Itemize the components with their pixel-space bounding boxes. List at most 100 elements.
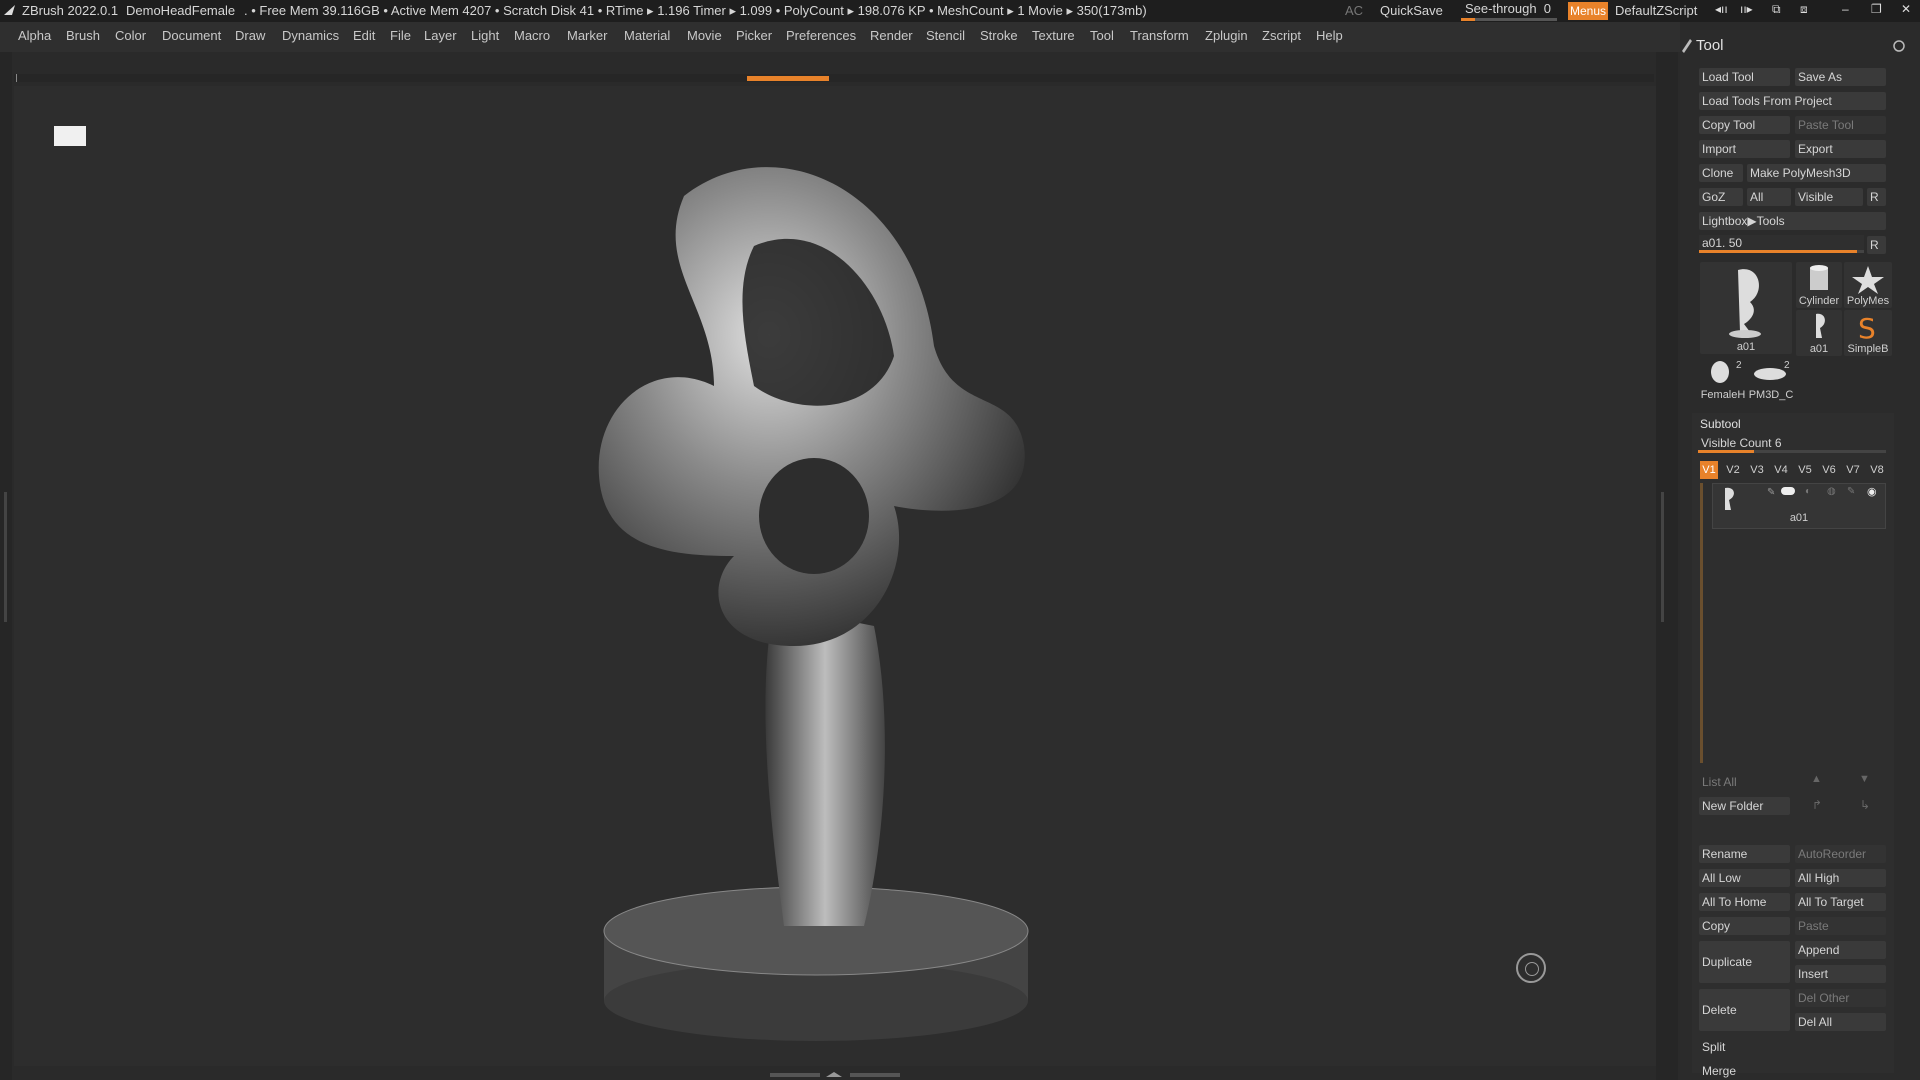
menu-color[interactable]: Color (115, 28, 146, 43)
all-to-home-button[interactable]: All To Home (1699, 893, 1790, 911)
insert-button[interactable]: Insert (1795, 965, 1886, 983)
goz-all-button[interactable]: All (1747, 188, 1791, 206)
subtool-toggle-icon[interactable] (1781, 487, 1795, 495)
visible-count-slider[interactable]: Visible Count 6 (1698, 435, 1886, 453)
menu-render[interactable]: Render (870, 28, 913, 43)
duplicate-button[interactable]: Duplicate (1699, 941, 1790, 983)
copy-subtool-button[interactable]: Copy (1699, 917, 1790, 935)
version-tab-v6[interactable]: V6 (1820, 461, 1838, 479)
layout-right-icon[interactable]: ıı▸ (1740, 2, 1753, 16)
quicksave-button[interactable]: QuickSave (1380, 3, 1443, 18)
tool-slider[interactable]: a01. 50 (1699, 235, 1864, 253)
subtool-polypaint-icon[interactable]: ◍ (1827, 486, 1836, 497)
del-all-button[interactable]: Del All (1795, 1013, 1886, 1031)
copy-tool-button[interactable]: Copy Tool (1699, 116, 1790, 134)
menu-edit[interactable]: Edit (353, 28, 375, 43)
folder-down-icon[interactable]: ↳ (1860, 798, 1870, 812)
menu-movie[interactable]: Movie (687, 28, 722, 43)
menus-button[interactable]: Menus (1568, 2, 1608, 20)
ac-toggle[interactable]: AC (1345, 3, 1363, 18)
timeline-strip[interactable] (14, 74, 1654, 82)
document-canvas[interactable] (14, 86, 1656, 1066)
version-tab-v7[interactable]: V7 (1844, 461, 1862, 479)
tool-slider-r-button[interactable]: R (1867, 236, 1886, 254)
load-tools-from-project-button[interactable]: Load Tools From Project (1699, 92, 1886, 110)
delete-button[interactable]: Delete (1699, 989, 1790, 1031)
menu-stroke[interactable]: Stroke (980, 28, 1018, 43)
export-button[interactable]: Export (1795, 140, 1886, 158)
version-tab-v3[interactable]: V3 (1748, 461, 1766, 479)
import-button[interactable]: Import (1699, 140, 1790, 158)
tool-thumb-a01-small[interactable]: a01 (1796, 310, 1842, 356)
menu-preferences[interactable]: Preferences (786, 28, 856, 43)
tool-thumb-polymesh[interactable]: PolyMes (1844, 262, 1892, 308)
tool-thumb-simplebrush[interactable]: S SimpleB (1844, 310, 1892, 356)
tool-thumb-cylinder[interactable]: Cylinder (1796, 262, 1842, 308)
all-high-button[interactable]: All High (1795, 869, 1886, 887)
close-icon[interactable]: ✕ (1901, 2, 1911, 16)
clone-button[interactable]: Clone (1699, 164, 1743, 182)
lightbox-tools-button[interactable]: Lightbox▶Tools (1699, 212, 1886, 230)
make-polymesh3d-button[interactable]: Make PolyMesh3D (1747, 164, 1886, 182)
list-all-button[interactable]: List All (1699, 773, 1790, 791)
append-button[interactable]: Append (1795, 941, 1886, 959)
version-tab-v8[interactable]: V8 (1868, 461, 1886, 479)
rename-button[interactable]: Rename (1699, 845, 1790, 863)
move-down-icon[interactable]: ▼ (1859, 773, 1870, 785)
subtool-list-scrollbar[interactable] (1700, 483, 1703, 763)
load-tool-button[interactable]: Load Tool (1699, 68, 1790, 86)
timeline-marker[interactable] (747, 76, 829, 81)
menu-texture[interactable]: Texture (1032, 28, 1075, 43)
menu-alpha[interactable]: Alpha (18, 28, 51, 43)
tool-thumb-pm3d[interactable]: 2 PM3D_C (1748, 358, 1794, 402)
version-tab-v5[interactable]: V5 (1796, 461, 1814, 479)
dock-icon[interactable]: ⧈ (1800, 2, 1808, 17)
new-folder-button[interactable]: New Folder (1699, 797, 1790, 815)
menu-tool[interactable]: Tool (1090, 28, 1114, 43)
folder-up-icon[interactable]: ↱ (1812, 798, 1822, 812)
menu-zplugin[interactable]: Zplugin (1205, 28, 1248, 43)
version-tab-v2[interactable]: V2 (1724, 461, 1742, 479)
version-tab-v1[interactable]: V1 (1700, 461, 1718, 479)
goz-visible-button[interactable]: Visible (1795, 188, 1863, 206)
menu-material[interactable]: Material (624, 28, 670, 43)
goz-button[interactable]: GoZ (1699, 188, 1743, 206)
see-through-track[interactable] (1461, 18, 1557, 21)
del-other-button[interactable]: Del Other (1795, 989, 1886, 1007)
panel-refresh-icon[interactable] (1892, 39, 1906, 53)
subtool-item[interactable]: ✎ ◐ ◍ ✎ ◉ a01 (1712, 483, 1886, 529)
minimize-icon[interactable]: ‒ (1842, 2, 1849, 16)
menu-document[interactable]: Document (162, 28, 221, 43)
see-through-slider[interactable]: See-through 0 (1465, 1, 1551, 16)
menu-dynamics[interactable]: Dynamics (282, 28, 339, 43)
merge-section-header[interactable]: Merge (1699, 1062, 1886, 1080)
all-low-button[interactable]: All Low (1699, 869, 1790, 887)
navigate-zoom-icon[interactable] (1516, 953, 1546, 983)
restore-icon[interactable]: ❐ (1871, 2, 1882, 16)
subtool-brush-icon[interactable]: ✎ (1767, 487, 1775, 498)
menu-file[interactable]: File (390, 28, 411, 43)
subtool-shadow-icon[interactable]: ◐ (1805, 486, 1811, 497)
version-tab-v4[interactable]: V4 (1772, 461, 1790, 479)
camera-view-icon[interactable] (54, 126, 86, 146)
paste-subtool-button[interactable]: Paste (1795, 917, 1886, 935)
menu-picker[interactable]: Picker (736, 28, 772, 43)
menu-brush[interactable]: Brush (66, 28, 100, 43)
layout-left-icon[interactable]: ◂ıı (1715, 2, 1728, 16)
tool-thumb-a01-large[interactable]: a01 (1700, 262, 1792, 354)
subtool-visibility-eye-icon[interactable]: ◉ (1867, 485, 1877, 498)
autoreorder-button[interactable]: AutoReorder (1795, 845, 1886, 863)
menu-light[interactable]: Light (471, 28, 499, 43)
menu-transform[interactable]: Transform (1130, 28, 1189, 43)
move-up-icon[interactable]: ▲ (1811, 773, 1822, 785)
subtool-title[interactable]: Subtool (1700, 417, 1741, 431)
all-to-target-button[interactable]: All To Target (1795, 893, 1886, 911)
tool-thumb-femalehead[interactable]: 2 FemaleH (1700, 358, 1746, 402)
paste-tool-button[interactable]: Paste Tool (1795, 116, 1886, 134)
default-zscript-button[interactable]: DefaultZScript (1615, 3, 1697, 18)
bottom-tray-handle[interactable] (770, 1072, 900, 1078)
left-tray-gutter[interactable] (0, 52, 12, 1080)
menu-draw[interactable]: Draw (235, 28, 265, 43)
menu-marker[interactable]: Marker (567, 28, 607, 43)
save-as-button[interactable]: Save As (1795, 68, 1886, 86)
